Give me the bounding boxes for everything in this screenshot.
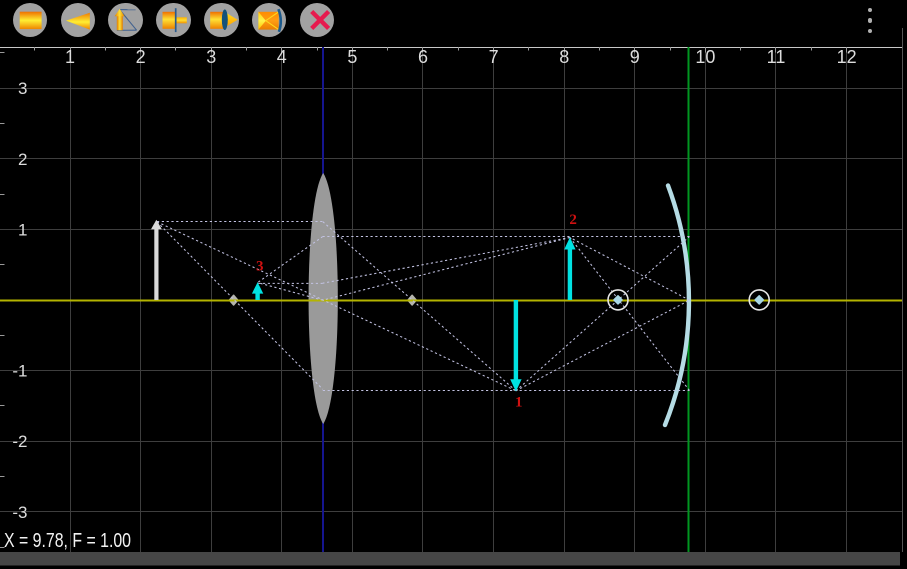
svg-text:11: 11	[767, 47, 786, 67]
svg-text:5: 5	[347, 47, 357, 67]
svg-text:-2: -2	[12, 432, 27, 451]
svg-text:3: 3	[256, 258, 264, 274]
svg-text:12: 12	[837, 47, 857, 67]
svg-text:9: 9	[630, 47, 640, 67]
svg-text:3: 3	[206, 47, 216, 67]
svg-text:7: 7	[489, 47, 499, 67]
svg-text:10: 10	[695, 47, 715, 67]
svg-text:6: 6	[418, 47, 428, 67]
svg-text:3: 3	[18, 79, 27, 98]
svg-text:1: 1	[515, 395, 523, 411]
svg-text:2: 2	[136, 47, 146, 67]
svg-text:2: 2	[569, 212, 577, 228]
svg-text:1: 1	[65, 47, 75, 67]
svg-text:2: 2	[18, 150, 27, 169]
svg-text:-3: -3	[12, 503, 27, 522]
svg-text:4: 4	[277, 47, 287, 67]
svg-text:-1: -1	[12, 362, 27, 381]
svg-text:X = 9.78, F = 1.00: X = 9.78, F = 1.00	[4, 530, 131, 552]
svg-text:8: 8	[559, 47, 569, 67]
svg-text:1: 1	[18, 220, 27, 239]
